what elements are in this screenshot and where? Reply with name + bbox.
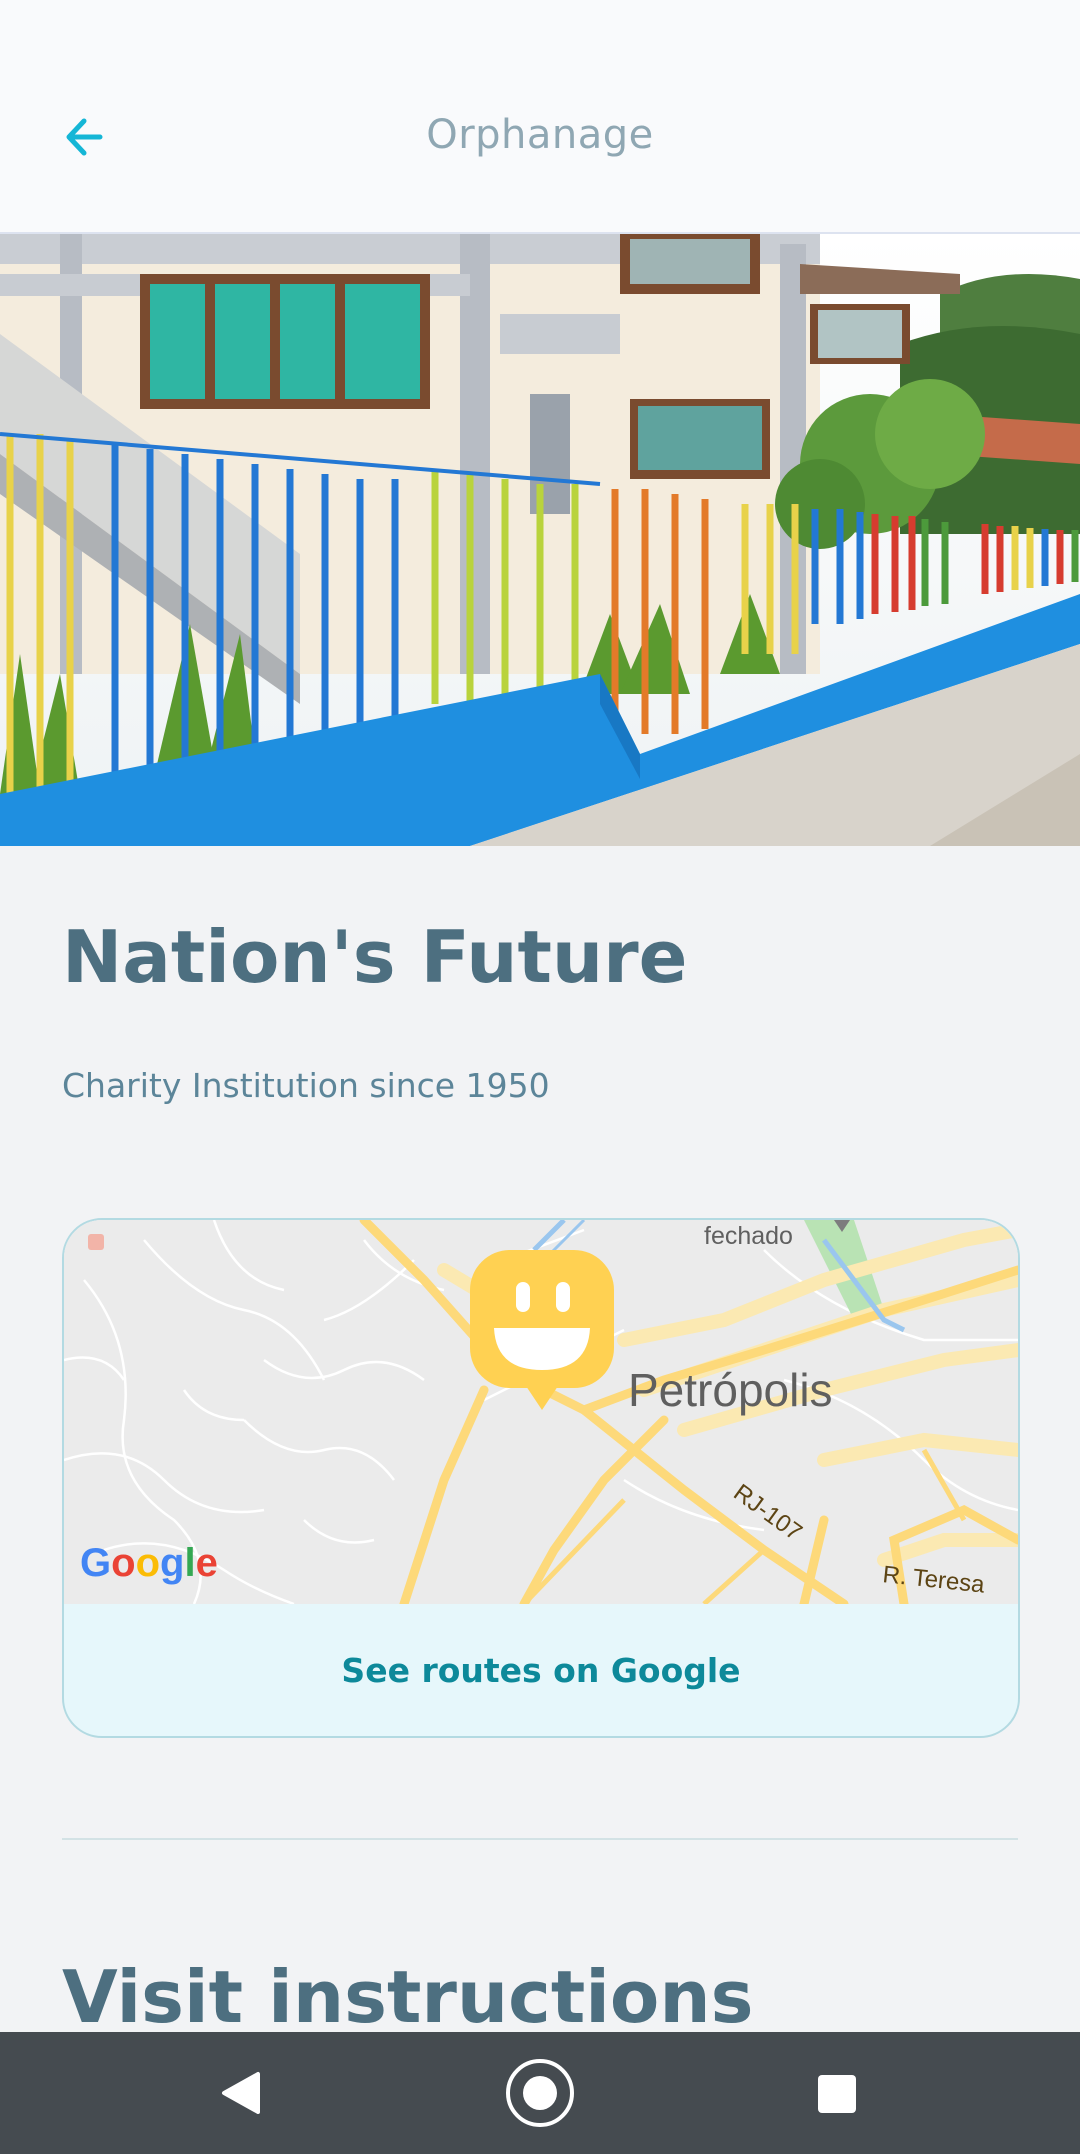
nav-recents-icon[interactable] [776, 2032, 896, 2154]
nav-home-icon[interactable] [480, 2032, 600, 2154]
routes-button-label: See routes on Google [341, 1650, 741, 1690]
routes-button[interactable]: See routes on Google [64, 1604, 1018, 1736]
section-divider [62, 1838, 1018, 1840]
place-description: Charity Institution since 1950 [62, 1066, 550, 1105]
visit-instructions-title: Visit instructions [62, 1955, 754, 2039]
system-nav-bar [0, 2032, 1080, 2154]
google-logo: Google [80, 1541, 218, 1585]
page-title: Orphanage [426, 112, 654, 158]
nav-back-icon[interactable] [180, 2032, 300, 2154]
map-card[interactable]: fechado Petrópolis RJ-107 R. Teresa Goog… [62, 1218, 1020, 1738]
place-name: Nation's Future [62, 915, 688, 999]
app-header: Orphanage [0, 0, 1080, 234]
screen: Orphanage Nation's Future Charity Instit… [0, 0, 1080, 2154]
map-label-city: Petrópolis [628, 1364, 833, 1416]
orphanage-photo [0, 234, 1080, 846]
map-label-poi: fechado [704, 1222, 793, 1250]
map-view[interactable]: fechado Petrópolis RJ-107 R. Teresa Goog… [64, 1220, 1018, 1609]
svg-text:Google: Google [80, 1541, 218, 1585]
